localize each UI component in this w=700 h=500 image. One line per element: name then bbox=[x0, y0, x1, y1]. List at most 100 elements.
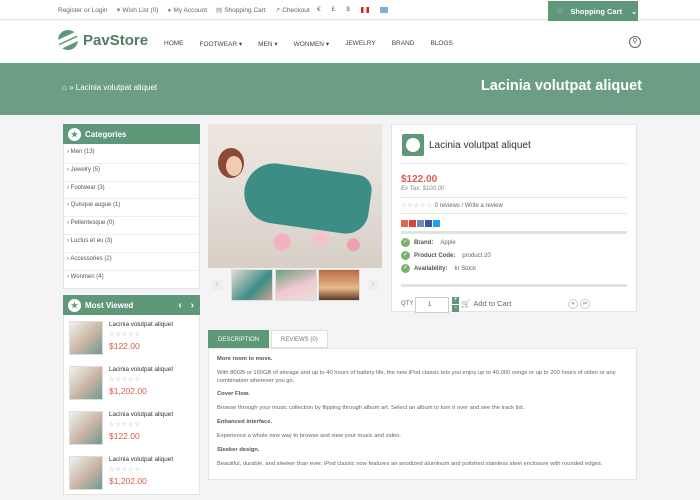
nav-men[interactable]: MEN ▾ bbox=[258, 40, 278, 48]
share-buttons bbox=[401, 220, 440, 227]
top-bar: Register or Login ♥ Wish List (0) ● My Acc… bbox=[0, 0, 700, 21]
star-icon: ★ bbox=[68, 127, 81, 141]
nav-brand[interactable]: BRAND bbox=[392, 40, 415, 48]
product-code-value: product 20 bbox=[462, 252, 491, 259]
nav-jewelry[interactable]: JEWELRY bbox=[345, 40, 376, 48]
nav-home[interactable]: HOME bbox=[164, 40, 184, 48]
page-title: Lacinia volutpat aliquet bbox=[480, 78, 642, 94]
arrow-right-icon: › bbox=[67, 273, 69, 280]
category-item[interactable]: › Luctus et eu (3) bbox=[64, 235, 200, 253]
my-account-link[interactable]: ● My Account bbox=[167, 7, 207, 14]
facebook-icon[interactable] bbox=[425, 220, 432, 227]
product-name[interactable]: Lacinia volutpat aliquet bbox=[109, 366, 173, 373]
cart-dropdown-button[interactable]: 🛒 Shopping Cart ⌄ bbox=[548, 1, 638, 21]
rating-stars-icon: ☆☆☆☆☆ bbox=[109, 332, 141, 338]
currency-pound[interactable]: £ bbox=[332, 6, 336, 13]
plus-icon[interactable]: + bbox=[452, 297, 459, 304]
product-thumbnail[interactable] bbox=[231, 269, 273, 301]
chevron-right-icon: » bbox=[69, 83, 74, 92]
compare-icon[interactable]: ⇄ bbox=[580, 299, 590, 309]
product-thumbnail[interactable] bbox=[69, 411, 103, 445]
product-thumbnail[interactable] bbox=[275, 269, 317, 301]
divider bbox=[401, 197, 627, 198]
product-price: $122.00 bbox=[109, 341, 140, 351]
nav-wonmen[interactable]: WONMEN ▾ bbox=[294, 40, 329, 48]
checkout-label: Checkout bbox=[282, 7, 310, 14]
currency-dollar[interactable]: $ bbox=[346, 6, 350, 13]
reviews-link[interactable]: 0 reviews / Write a review bbox=[435, 203, 503, 209]
googleplus-icon[interactable] bbox=[409, 220, 416, 227]
category-item[interactable]: › Jewelry (5) bbox=[64, 164, 200, 182]
caret-down-icon: ▾ bbox=[274, 41, 278, 48]
twitter-icon[interactable] bbox=[433, 220, 440, 227]
logo-text: PavStore bbox=[83, 31, 149, 49]
add-to-cart-button[interactable]: 🛒 Add to Cart bbox=[461, 299, 511, 308]
shopping-cart-link[interactable]: ▤ Shopping Cart bbox=[216, 6, 266, 14]
description-heading: More room to move. bbox=[217, 356, 273, 362]
chevron-right-icon[interactable]: › bbox=[368, 280, 378, 290]
category-item[interactable]: › Wonmen (4) bbox=[64, 271, 200, 289]
nav-blogs[interactable]: BLOGS bbox=[430, 40, 452, 48]
search-icon[interactable]: ⚲ bbox=[629, 36, 641, 48]
tab-description[interactable]: DESCRIPTION bbox=[208, 330, 270, 348]
product-name[interactable]: Lacinia volutpat aliquet bbox=[109, 411, 173, 418]
most-viewed-item[interactable]: Lacinia volutpat aliquet ☆☆☆☆☆ $1,202.00 bbox=[64, 362, 200, 407]
caret-down-icon: ▾ bbox=[238, 41, 243, 48]
quantity-value: 1 bbox=[428, 302, 432, 308]
wishlist-link[interactable]: ♥ Wish List (0) bbox=[117, 7, 159, 14]
heart-icon: ♥ bbox=[116, 6, 121, 14]
product-name[interactable]: Lacinia volutpat aliquet bbox=[109, 456, 173, 463]
image-figure bbox=[226, 156, 242, 176]
description-heading: Sleeker design. bbox=[217, 446, 260, 453]
register-login-link[interactable]: Register or Login bbox=[58, 7, 108, 14]
category-item[interactable]: › Footwear (3) bbox=[64, 182, 200, 200]
minus-icon[interactable]: − bbox=[452, 305, 459, 312]
most-viewed-title: Most Viewed bbox=[85, 300, 134, 310]
currency-switcher: € £ $ bbox=[317, 6, 388, 13]
category-label: Men (13) bbox=[70, 149, 95, 155]
most-viewed-item[interactable]: Lacinia volutpat aliquet ☆☆☆☆☆ $1,202.00 bbox=[64, 452, 200, 497]
product-name[interactable]: Lacinia volutpat aliquet bbox=[109, 321, 173, 328]
quantity-input[interactable]: 1 bbox=[415, 297, 449, 313]
arrow-right-icon: › bbox=[67, 202, 69, 209]
currency-euro[interactable]: € bbox=[317, 6, 321, 13]
chevron-left-icon[interactable]: ‹ bbox=[212, 280, 222, 290]
checkout-link[interactable]: ↗ Checkout bbox=[275, 6, 310, 14]
share-plus-icon[interactable] bbox=[401, 220, 408, 227]
logo[interactable]: PavStore bbox=[58, 30, 148, 50]
nav-men-label: MEN bbox=[258, 41, 273, 48]
category-label: Jewelry (5) bbox=[70, 166, 101, 173]
email-icon[interactable] bbox=[417, 220, 424, 227]
divider bbox=[401, 213, 627, 214]
tab-reviews[interactable]: REVIEWS (0) bbox=[271, 330, 328, 348]
check-circle-icon: ✓ bbox=[401, 264, 410, 273]
product-price: $1,202.00 bbox=[109, 386, 147, 396]
nav-footwear[interactable]: FOOTWEAR ▾ bbox=[200, 40, 243, 48]
home-icon[interactable]: ⌂ bbox=[62, 83, 67, 92]
chevron-left-icon[interactable]: ‹ bbox=[178, 300, 181, 311]
nav-footwear-label: FOOTWEAR bbox=[199, 41, 238, 48]
most-viewed-item[interactable]: Lacinia volutpat aliquet ☆☆☆☆☆ $122.00 bbox=[64, 407, 200, 452]
flag-icon[interactable] bbox=[379, 6, 388, 13]
product-main-image[interactable] bbox=[208, 124, 382, 268]
divider bbox=[401, 163, 627, 164]
description-paragraph: With 80GB or 160GB of storage and up to … bbox=[217, 369, 616, 384]
product-thumbnail[interactable] bbox=[69, 321, 103, 355]
wishlist-heart-icon[interactable]: ♥ bbox=[568, 299, 578, 309]
wishlist-label: Wish List (0) bbox=[122, 6, 159, 14]
category-label: Pellentesque (0) bbox=[70, 220, 115, 227]
product-thumbnail[interactable] bbox=[69, 366, 103, 400]
chevron-right-icon[interactable]: › bbox=[191, 300, 194, 311]
brand-value[interactable]: Apple bbox=[440, 240, 455, 246]
share-icon: ↗ bbox=[274, 7, 281, 14]
product-thumbnail[interactable] bbox=[318, 269, 360, 301]
category-item[interactable]: › Pellentesque (0) bbox=[64, 217, 200, 235]
category-item[interactable]: › Quisque augue (1) bbox=[64, 199, 200, 218]
category-item[interactable]: › Men (13) bbox=[64, 146, 200, 164]
product-code-row: ✓ Product Code: product 20 bbox=[401, 251, 491, 260]
category-item[interactable]: › Accessories (2) bbox=[64, 253, 200, 271]
flag-icon[interactable] bbox=[360, 6, 369, 13]
most-viewed-item[interactable]: Lacinia volutpat aliquet ☆☆☆☆☆ $122.00 bbox=[64, 317, 200, 362]
category-label: Luctus et eu (3) bbox=[70, 237, 113, 244]
product-thumbnail[interactable] bbox=[69, 456, 103, 490]
